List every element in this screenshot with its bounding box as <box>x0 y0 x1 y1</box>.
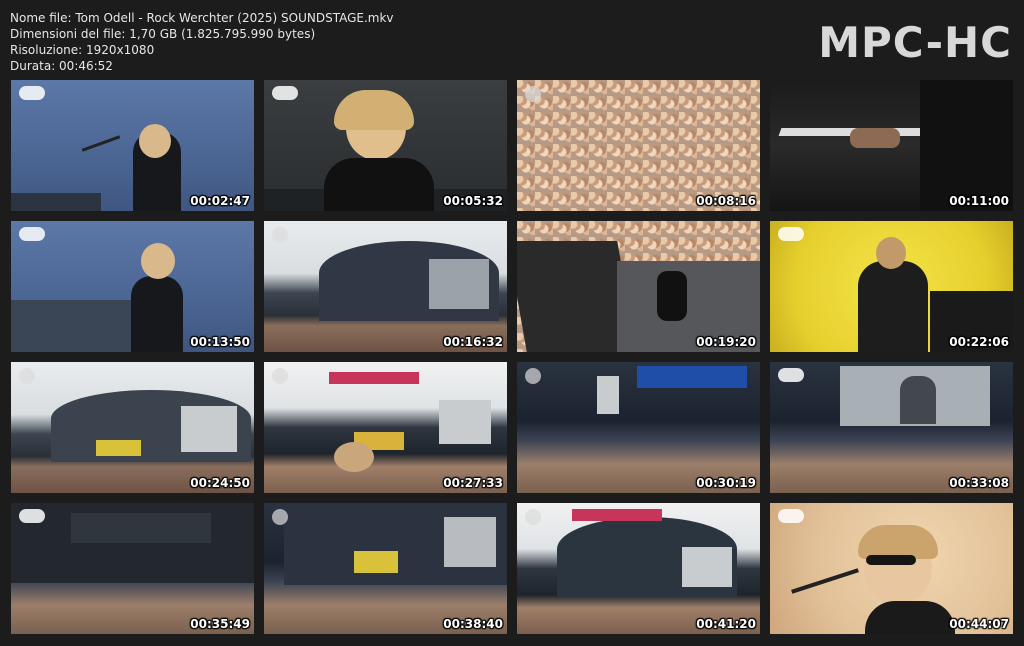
thumbnail-image <box>517 503 760 634</box>
timestamp: 00:13:50 <box>190 335 250 349</box>
thumbnail: 00:16:32 <box>264 221 507 352</box>
channel-logo-icon <box>525 86 541 102</box>
channel-logo-icon <box>778 368 804 382</box>
timestamp: 00:22:06 <box>949 335 1009 349</box>
thumbnail: 00:30:19 <box>517 362 760 493</box>
timestamp: 00:16:32 <box>443 335 503 349</box>
thumbnail-image <box>517 80 760 211</box>
channel-logo-icon <box>19 368 35 384</box>
channel-logo-icon <box>272 86 298 100</box>
channel-logo-icon <box>272 227 288 243</box>
resolution: Risoluzione: 1920x1080 <box>10 43 155 57</box>
timestamp: 00:41:20 <box>696 617 756 631</box>
timestamp: 00:30:19 <box>696 476 756 490</box>
thumbnail-image <box>770 503 1013 634</box>
timestamp: 00:08:16 <box>696 194 756 208</box>
thumbnail: 00:41:20 <box>517 503 760 634</box>
channel-logo-icon <box>272 368 288 384</box>
channel-logo-icon <box>19 227 45 241</box>
thumbnail-image <box>264 362 507 493</box>
thumbnail: 00:22:06 <box>770 221 1013 352</box>
thumbnail-image <box>11 362 254 493</box>
thumbnail-image <box>11 221 254 352</box>
timestamp: 00:11:00 <box>949 194 1009 208</box>
channel-logo-icon <box>19 86 45 100</box>
timestamp: 00:19:20 <box>696 335 756 349</box>
channel-logo-icon <box>778 227 804 241</box>
thumbnail: 00:38:40 <box>264 503 507 634</box>
thumbnail: 00:24:50 <box>11 362 254 493</box>
timestamp: 00:44:07 <box>949 617 1009 631</box>
thumbnail: 00:11:00 <box>770 80 1013 211</box>
thumbnail: 00:02:47 <box>11 80 254 211</box>
thumbnail-image <box>264 503 507 634</box>
thumbnail-image <box>264 80 507 211</box>
thumbnail-image <box>517 221 760 352</box>
file-name: Nome file: Tom Odell - Rock Werchter (20… <box>10 11 394 25</box>
thumbnail: 00:08:16 <box>517 80 760 211</box>
duration: Durata: 00:46:52 <box>10 59 113 73</box>
timestamp: 00:27:33 <box>443 476 503 490</box>
channel-logo-icon <box>778 509 804 523</box>
timestamp: 00:24:50 <box>190 476 250 490</box>
timestamp: 00:05:32 <box>443 194 503 208</box>
thumbnail-image <box>770 80 1013 211</box>
timestamp: 00:38:40 <box>443 617 503 631</box>
channel-logo-icon <box>19 509 45 523</box>
thumbnail: 00:05:32 <box>264 80 507 211</box>
timestamp: 00:02:47 <box>190 194 250 208</box>
mpc-hc-logo: MPC-HC <box>818 18 1012 67</box>
thumbnail-image <box>517 362 760 493</box>
channel-logo-icon <box>525 368 541 384</box>
file-info: Nome file: Tom Odell - Rock Werchter (20… <box>10 10 394 74</box>
channel-logo-icon <box>272 509 288 525</box>
thumbnail-image <box>770 362 1013 493</box>
thumbnail-image <box>264 221 507 352</box>
thumbnail: 00:27:33 <box>264 362 507 493</box>
thumbnail: 00:33:08 <box>770 362 1013 493</box>
channel-logo-icon <box>525 509 541 525</box>
thumbnail: 00:44:07 <box>770 503 1013 634</box>
thumbnail: 00:13:50 <box>11 221 254 352</box>
thumbnail-image <box>11 80 254 211</box>
timestamp: 00:35:49 <box>190 617 250 631</box>
thumbnail: 00:35:49 <box>11 503 254 634</box>
timestamp: 00:33:08 <box>949 476 1009 490</box>
thumbnail-image <box>770 221 1013 352</box>
thumbnail-image <box>11 503 254 634</box>
thumbnail: 00:19:20 <box>517 221 760 352</box>
thumbnail-sheet: Nome file: Tom Odell - Rock Werchter (20… <box>0 0 1024 646</box>
file-size: Dimensioni del file: 1,70 GB (1.825.795.… <box>10 27 316 41</box>
